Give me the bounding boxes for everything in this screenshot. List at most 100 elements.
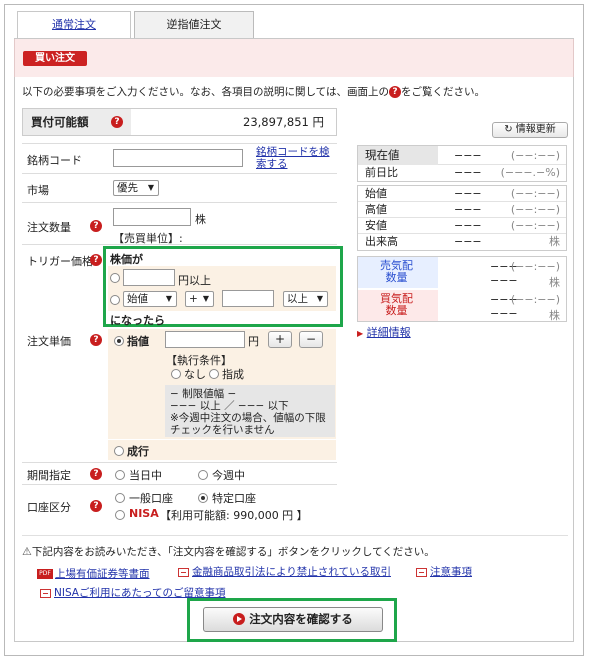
buy-order-header [14,39,574,77]
order-price-label: 注文単価 [27,335,71,348]
detail-info-link[interactable]: ▶ 詳細情報 [357,324,411,340]
caution-link-label[interactable]: 注意事項 [430,566,472,578]
stock-code-search-link[interactable]: 銘柄コードを検索する [256,146,330,170]
current-price-value: −−− [454,149,482,162]
document-icon [178,567,189,577]
quantity-unit: 株 [195,213,206,226]
divider [22,484,337,485]
ask-quantity: −−− [490,274,518,287]
divider [22,143,337,144]
trigger-relative-radio[interactable] [110,295,120,305]
caution-link[interactable]: 注意事項 [416,564,472,579]
trigger-condition-value: 以上 [287,293,308,305]
caret-right-icon: ▶ [357,329,364,338]
trigger-price-radio[interactable] [110,273,120,283]
market-select[interactable]: 優先 ▼ [113,180,159,196]
help-icon[interactable]: ? [90,500,102,512]
trigger-offset-input[interactable] [222,290,274,307]
prospectus-link-label[interactable]: 上場有価証券等書面 [55,568,150,580]
period-label: 期間指定 [27,469,71,482]
detail-info-link-label[interactable]: 詳細情報 [367,326,411,339]
refresh-label: 情報更新 [515,124,556,135]
ask-time: (−−:−−) [510,260,560,273]
market-label: 市場 [27,184,49,197]
limit-radio[interactable] [114,336,124,346]
chevron-down-icon: ▼ [165,294,172,303]
low-time: (−−:−−) [510,219,560,232]
stock-code-label: 銘柄コード [27,154,82,167]
volume-label: 出来高 [365,235,398,248]
exec-none-radio[interactable] [171,369,181,379]
period-week-radio[interactable] [198,470,208,480]
divider [22,244,337,245]
confirm-order-label: 注文内容を確認する [249,612,353,626]
quote-board-panel: 売気配 数量 −−− (−−:−−) −−− 株 買気配 数量 −−− (−−:−−… [357,256,567,322]
trigger-sign-value: + [189,293,198,305]
high-time: (−−:−−) [510,203,560,216]
quote-open-row: 始値 −−− (−−:−−) [358,186,566,202]
prospectus-link[interactable]: PDF 上場有価証券等書面 [37,566,150,581]
bid-label: 買気配 数量 [380,293,413,317]
account-nisa-radio[interactable] [115,510,125,520]
trigger-condition-select[interactable]: 以上 ▼ [283,291,328,307]
confirm-note: ⚠下記内容をお読みいただき、「注文内容を確認する」ボタンをクリックしてください。 [22,544,435,559]
help-icon[interactable]: ? [90,334,102,346]
volume-unit: 株 [549,235,560,248]
ask-label-qty: 数量 [385,271,408,284]
market-select-value: 優先 [117,182,138,194]
high-value: −−− [454,203,482,216]
period-today-radio[interactable] [115,470,125,480]
bid-quantity-unit: 株 [549,309,560,322]
bid-quantity: −−− [490,307,518,320]
refresh-info-button[interactable]: ↻ 情報更新 [492,122,568,138]
trigger-price-input[interactable] [123,269,175,286]
limit-price-input[interactable] [165,331,245,348]
prohibited-trades-link-label[interactable]: 金融商品取引法により禁止されている取引 [192,566,391,578]
price-range-note2: チェックを行いません [170,424,275,436]
trigger-footer: になったら [110,314,165,327]
ask-label: 売気配 数量 [380,260,413,284]
market-order-radio[interactable] [114,446,124,456]
account-specific-radio[interactable] [198,493,208,503]
chevron-down-icon: ▼ [147,183,154,192]
play-icon [233,612,246,625]
tab-normal-order[interactable]: 通常注文 [17,11,131,39]
open-time: (−−:−−) [510,187,560,200]
chevron-down-icon: ▼ [316,294,323,303]
low-label: 安値 [365,219,387,232]
purchasing-power-value: 23,897,851 円 [243,115,324,129]
trigger-reference-value: 始値 [127,293,148,305]
quote-current-row: 現在値 −−− (−−:−−) [358,146,566,165]
confirm-order-button[interactable]: 注文内容を確認する [203,607,383,632]
warning-icon: ⚠ [22,545,32,558]
chevron-down-icon: ▼ [202,294,209,303]
help-icon: ? [388,86,401,98]
refresh-icon: ↻ [504,124,516,135]
prohibited-trades-link[interactable]: 金融商品取引法により禁止されている取引 [178,564,391,579]
account-general-radio[interactable] [115,493,125,503]
divider [22,173,337,174]
pdf-icon: PDF [37,569,53,579]
intro-text-after: をご覧ください。 [400,86,485,98]
exec-limit-radio[interactable] [209,369,219,379]
quote-price-panel: 現在値 −−− (−−:−−) 前日比 −−− (−−−.−%) [357,145,567,182]
document-icon [40,588,51,598]
period-today-label: 当日中 [129,469,162,482]
price-increase-button[interactable]: + [268,331,292,348]
open-value: −−− [454,187,482,200]
tab-stop-order[interactable]: 逆指値注文 [134,11,254,39]
trigger-sign-select[interactable]: + ▼ [185,291,214,307]
price-decrease-button[interactable]: − [299,331,323,348]
quantity-label: 注文数量 [27,221,71,234]
trigger-reference-select[interactable]: 始値 ▼ [123,291,177,307]
volume-value: −−− [454,235,482,248]
stock-code-input[interactable] [113,149,243,167]
quantity-input[interactable] [113,208,191,226]
quote-low-row: 安値 −−− (−−:−−) [358,218,566,234]
help-icon[interactable]: ? [90,254,102,266]
help-icon[interactable]: ? [90,220,102,232]
purchasing-power-row: 買付可能額 ? 23,897,851 円 [22,108,337,136]
help-icon[interactable]: ? [111,116,123,128]
confirm-note-text: 下記内容をお読みいただき、「注文内容を確認する」ボタンをクリックしてください。 [31,546,435,558]
help-icon[interactable]: ? [90,468,102,480]
